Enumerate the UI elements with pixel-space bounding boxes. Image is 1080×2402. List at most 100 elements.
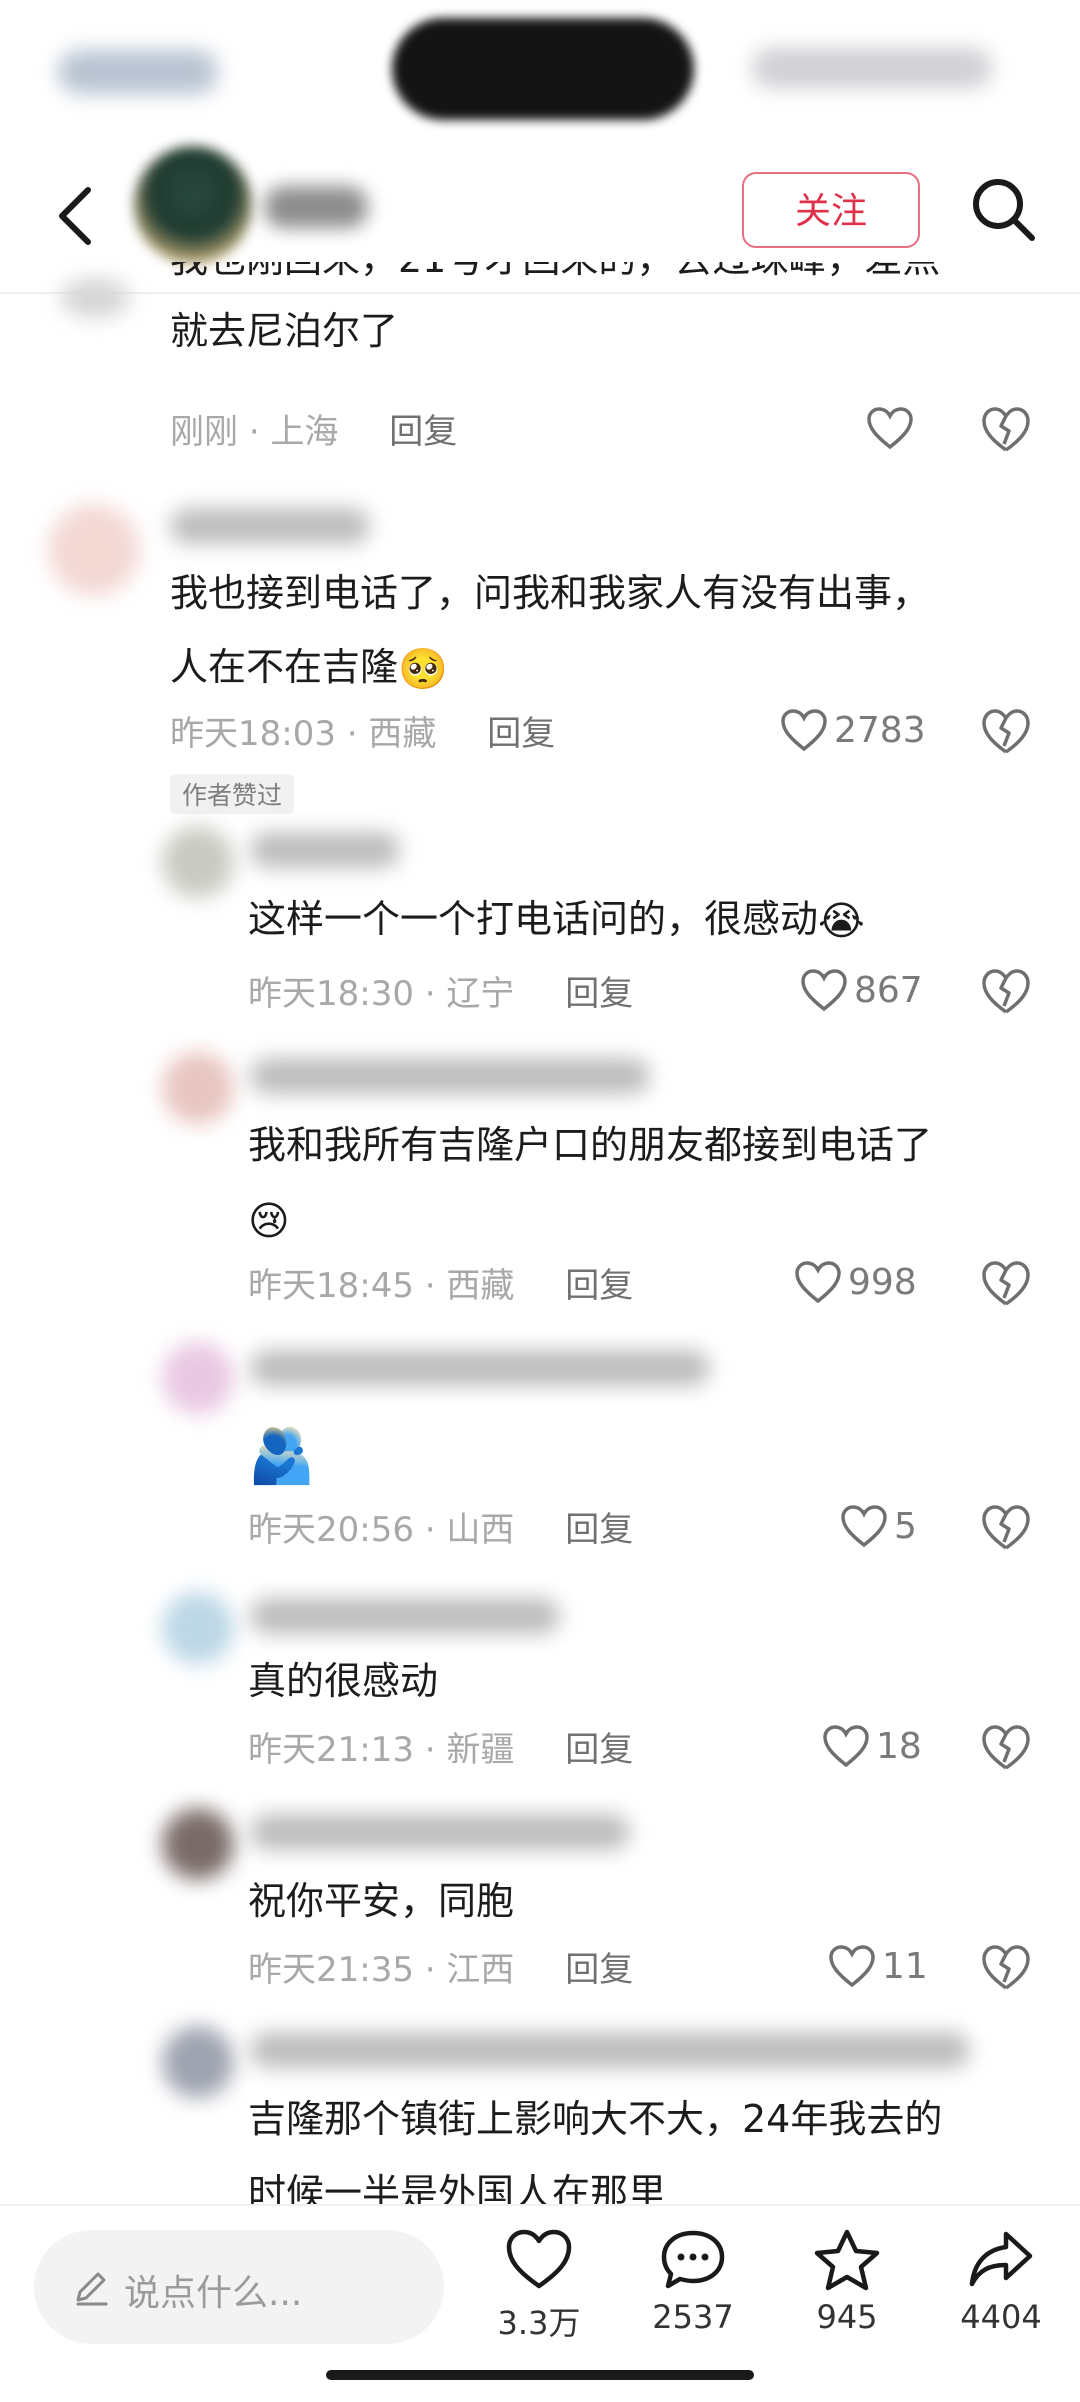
reply-button[interactable]: 回复 [565, 1730, 633, 1770]
author-avatar[interactable] [134, 146, 252, 264]
broken-heart-icon[interactable] [978, 1938, 1034, 1994]
broken-heart-icon[interactable] [978, 1498, 1034, 1554]
comment-time: 昨天21:35 [248, 1950, 414, 1990]
commenter-name-blurred[interactable] [250, 1598, 560, 1634]
comment-time: 昨天18:45 [248, 1266, 414, 1306]
reply-button[interactable]: 回复 [565, 1510, 633, 1550]
commenter-name-blurred[interactable] [170, 508, 370, 544]
author-liked-badge: 作者赞过 [170, 774, 295, 814]
broken-heart-icon[interactable] [978, 962, 1034, 1018]
back-chevron-icon[interactable] [50, 176, 102, 256]
like-count: 867 [854, 969, 923, 1011]
comment-location: 山西 [446, 1510, 515, 1550]
heart-icon [795, 1261, 841, 1304]
status-bar [0, 0, 1080, 140]
comment-input[interactable]: 说点什么... [34, 2230, 444, 2344]
post-share-count: 4404 [960, 2298, 1042, 2336]
commenter-name-blurred[interactable] [250, 1350, 710, 1386]
share-arrow-icon [969, 2231, 1033, 2287]
author-name-blurred[interactable] [264, 186, 368, 228]
comment-location: 辽宁 [446, 974, 515, 1014]
comment-like-button[interactable]: 11 [828, 1936, 928, 1996]
status-time-blurred [58, 50, 218, 94]
heart-icon [801, 969, 847, 1012]
like-post-button[interactable]: 3.3万 [474, 2228, 604, 2344]
comment-like-button[interactable]: 5 [840, 1496, 917, 1556]
commenter-avatar[interactable] [162, 826, 234, 898]
post-like-count: 3.3万 [497, 2304, 581, 2342]
broken-heart-icon[interactable] [978, 702, 1034, 758]
like-count: 2783 [834, 709, 926, 751]
comment-input-placeholder: 说点什么... [124, 2273, 303, 2314]
like-count: 5 [894, 1505, 917, 1547]
like-count: 998 [848, 1261, 917, 1303]
post-comment-count: 2537 [652, 2298, 734, 2336]
comment-meta: 昨天21:13 · 新疆 回复 [248, 1730, 634, 1770]
comment-text: 祝你平安，同胞 [248, 1879, 515, 1923]
emoji-hug: 🫂 [248, 1424, 316, 1487]
like-count: 11 [882, 1945, 928, 1987]
commenter-avatar[interactable] [162, 2026, 234, 2098]
reply-button[interactable]: 回复 [565, 1950, 633, 1990]
like-count: 18 [876, 1725, 922, 1767]
commenter-avatar[interactable] [162, 1808, 234, 1880]
comment-like-button[interactable]: 2783 [780, 700, 926, 760]
heart-icon [781, 709, 827, 752]
favorite-post-button[interactable]: 945 [782, 2228, 912, 2336]
comment-meta: 昨天21:35 · 江西 回复 [248, 1950, 634, 1990]
emoji-crying: 😭 [818, 898, 865, 945]
broken-heart-icon[interactable] [978, 400, 1034, 456]
comment-location: 新疆 [446, 1730, 515, 1770]
comment-location: 上海 [270, 412, 339, 452]
share-post-button[interactable]: 4404 [936, 2228, 1066, 2336]
comment-meta: 昨天20:56 · 山西 回复 [248, 1510, 634, 1550]
home-indicator [326, 2370, 754, 2380]
heart-icon [841, 1505, 887, 1548]
comment-location: 西藏 [368, 714, 437, 754]
commenter-avatar[interactable] [162, 1592, 234, 1664]
commenter-name-blurred[interactable] [250, 1814, 630, 1850]
comment-like-button[interactable]: 998 [794, 1252, 917, 1312]
commenter-name-blurred[interactable] [250, 1058, 650, 1094]
comment-meta: 昨天18:45 · 西藏 回复 [248, 1266, 634, 1306]
comment-meta: 刚刚 · 上海 回复 [170, 412, 458, 452]
search-icon[interactable] [964, 170, 1044, 250]
comment-like-button[interactable]: 867 [800, 960, 923, 1020]
commenter-name-blurred[interactable] [250, 832, 400, 868]
comment-meta: 昨天18:03 · 西藏 回复 [170, 714, 556, 754]
comment-location: 江西 [446, 1950, 515, 1990]
comment-time: 昨天20:56 [248, 1510, 414, 1550]
comment-time: 昨天18:30 [248, 974, 414, 1014]
follow-button[interactable]: 关注 [742, 172, 920, 248]
comment-time: 昨天18:03 [170, 714, 336, 754]
heart-icon [867, 407, 913, 450]
reply-button[interactable]: 回复 [565, 1266, 633, 1306]
comment-time: 昨天21:13 [248, 1730, 414, 1770]
reply-button[interactable]: 回复 [389, 412, 457, 452]
heart-icon [829, 1945, 875, 1988]
reply-button[interactable]: 回复 [565, 974, 633, 1014]
comment-post-button[interactable]: 2537 [628, 2228, 758, 2336]
comment-text: 我和我所有吉隆户口的朋友都接到电话了 😢 [248, 1123, 933, 1245]
emoji-sad: 😢 [248, 1198, 290, 1245]
star-icon [814, 2229, 880, 2291]
comment-text: 这样一个一个打电话问的，很感动😭 [248, 897, 865, 945]
comment-like-button[interactable]: 18 [822, 1716, 922, 1776]
broken-heart-icon[interactable] [978, 1254, 1034, 1310]
comment-time: 刚刚 [170, 412, 238, 452]
commenter-avatar[interactable] [162, 1342, 234, 1414]
commenter-avatar[interactable] [60, 278, 130, 318]
pen-icon [76, 2272, 108, 2306]
heart-icon [506, 2229, 572, 2289]
commenter-name-blurred[interactable] [250, 2032, 970, 2068]
commenter-avatar[interactable] [162, 1052, 234, 1124]
reply-button[interactable]: 回复 [487, 714, 555, 754]
comment-meta: 昨天18:30 · 辽宁 回复 [248, 974, 634, 1014]
comment-text: 我也刚回来，21号才回来的，去过珠峰，差点 就去尼泊尔了 [170, 262, 940, 353]
comment-text: 我也接到电话了，问我和我家人有没有出事， 人在不在吉隆🥺 [170, 571, 931, 693]
chat-bubble-icon [661, 2230, 725, 2289]
broken-heart-icon[interactable] [978, 1718, 1034, 1774]
comment-like-button[interactable] [866, 398, 914, 458]
emoji-pleading: 🥺 [398, 646, 448, 693]
commenter-avatar[interactable] [48, 504, 140, 596]
